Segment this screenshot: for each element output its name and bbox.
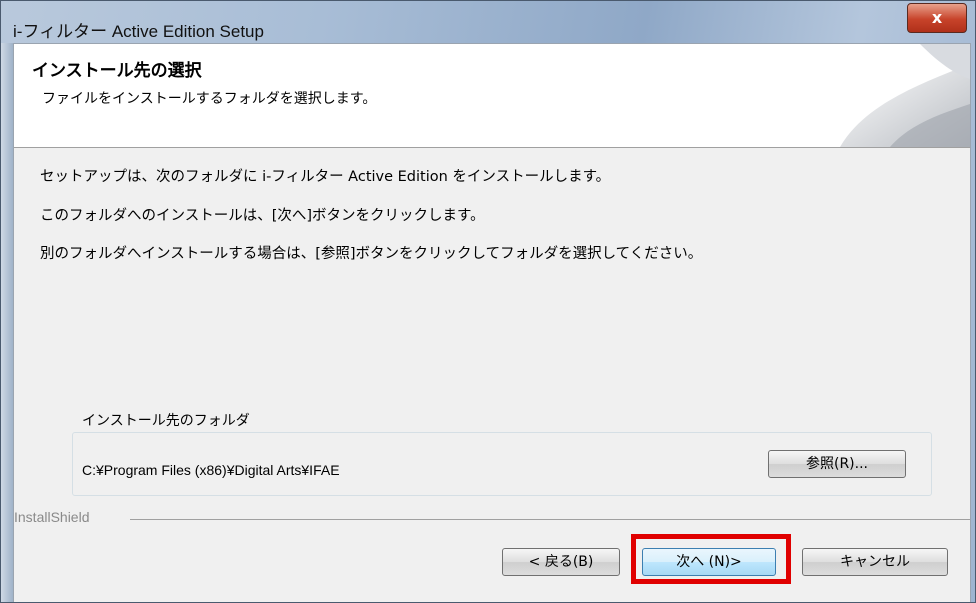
header-subtitle: ファイルをインストールするフォルダを選択します。 bbox=[42, 91, 377, 107]
installer-window: i-フィルター Active Edition Setup x インストール先の選… bbox=[0, 0, 976, 603]
cancel-button[interactable]: キャンセル bbox=[802, 548, 948, 576]
header-title: インストール先の選択 bbox=[32, 61, 202, 81]
footer-divider bbox=[130, 519, 970, 520]
header-panel: インストール先の選択 ファイルをインストールするフォルダを選択します。 bbox=[14, 44, 970, 148]
body-line-2: このフォルダへのインストールは、[次へ]ボタンをクリックします。 bbox=[40, 208, 485, 224]
title-bar[interactable]: i-フィルター Active Edition Setup x bbox=[1, 1, 976, 43]
body-line-3: 別のフォルダへインストールする場合は、[参照]ボタンをクリックしてフォルダを選択… bbox=[40, 246, 703, 262]
body-line-1: セットアップは、次のフォルダに i-フィルター Active Edition を… bbox=[40, 169, 611, 185]
header-decoration-graphic bbox=[840, 44, 970, 147]
installshield-brand: InstallShield bbox=[14, 509, 90, 525]
back-button[interactable]: < 戻る(B) bbox=[502, 548, 620, 576]
window-title: i-フィルター Active Edition Setup bbox=[13, 22, 264, 41]
dialog-client-area: インストール先の選択 ファイルをインストールするフォルダを選択します。 セットア… bbox=[13, 43, 971, 602]
window-frame-left bbox=[1, 43, 13, 602]
next-button-highlight bbox=[631, 534, 791, 584]
close-button[interactable]: x bbox=[907, 3, 967, 33]
browse-button[interactable]: 参照(R)... bbox=[768, 450, 906, 478]
destination-folder-label: インストール先のフォルダ bbox=[78, 410, 254, 430]
destination-folder-path: C:¥Program Files (x86)¥Digital Arts¥IFAE bbox=[82, 462, 340, 478]
